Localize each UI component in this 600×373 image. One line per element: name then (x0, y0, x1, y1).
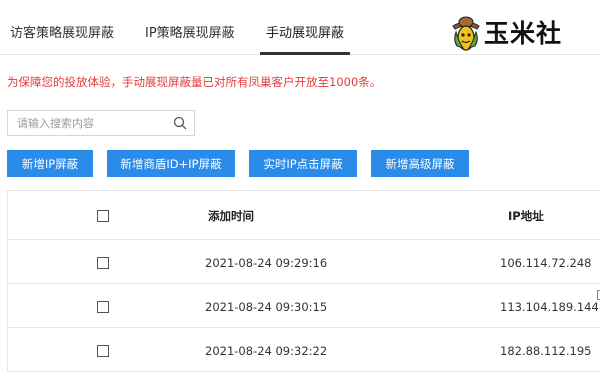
row-ip: 182.88.112.195 (500, 344, 592, 358)
search-input[interactable] (8, 111, 168, 135)
search-icon[interactable] (173, 116, 187, 130)
select-all-checkbox[interactable] (97, 210, 109, 222)
logo-text: 玉米社 (484, 19, 563, 48)
row-added-time: 2021-08-24 09:29:16 (205, 256, 328, 270)
tab-ip-strategy-block[interactable]: IP策略展现屏蔽 (145, 22, 235, 41)
realtime-ip-click-block-button[interactable]: 实时IP点击屏蔽 (249, 150, 357, 177)
notice-text: 为保障您的投放体验，手动展现屏蔽量已对所有凤巢客户开放至1000条。 (7, 75, 382, 89)
row-checkbox[interactable] (97, 257, 109, 269)
header-added-time: 添加时间 (208, 209, 254, 223)
tab-visitor-strategy-block[interactable]: 访客策略展现屏蔽 (10, 22, 114, 41)
add-advanced-block-button[interactable]: 新增高级屏蔽 (371, 150, 469, 177)
active-tab-indicator (260, 52, 350, 55)
table-row: 2021-08-24 09:30:15 113.104.189.144 (7, 284, 600, 328)
row-ip: 106.114.72.248 (500, 256, 592, 270)
row-checkbox[interactable] (97, 345, 109, 357)
add-shangdun-id-ip-block-button[interactable]: 新增商盾ID+IP屏蔽 (107, 150, 235, 177)
row-added-time: 2021-08-24 09:30:15 (205, 300, 328, 314)
row-checkbox[interactable] (97, 301, 109, 313)
table-header: 添加时间 IP地址 (7, 190, 600, 240)
corn-mascot-icon (452, 16, 480, 51)
add-ip-block-button[interactable]: 新增IP屏蔽 (7, 150, 93, 177)
tab-manual-block[interactable]: 手动展现屏蔽 (266, 22, 344, 41)
row-ip: 113.104.189.144 (500, 300, 599, 314)
logo: 玉米社 (450, 12, 600, 52)
header-ip: IP地址 (508, 209, 544, 223)
table-row: 2021-08-24 09:29:16 106.114.72.248 (7, 240, 600, 284)
table-row: 2021-08-24 09:32:22 182.88.112.195 (7, 328, 600, 372)
row-added-time: 2021-08-24 09:32:22 (205, 344, 328, 358)
search-box (7, 110, 195, 136)
